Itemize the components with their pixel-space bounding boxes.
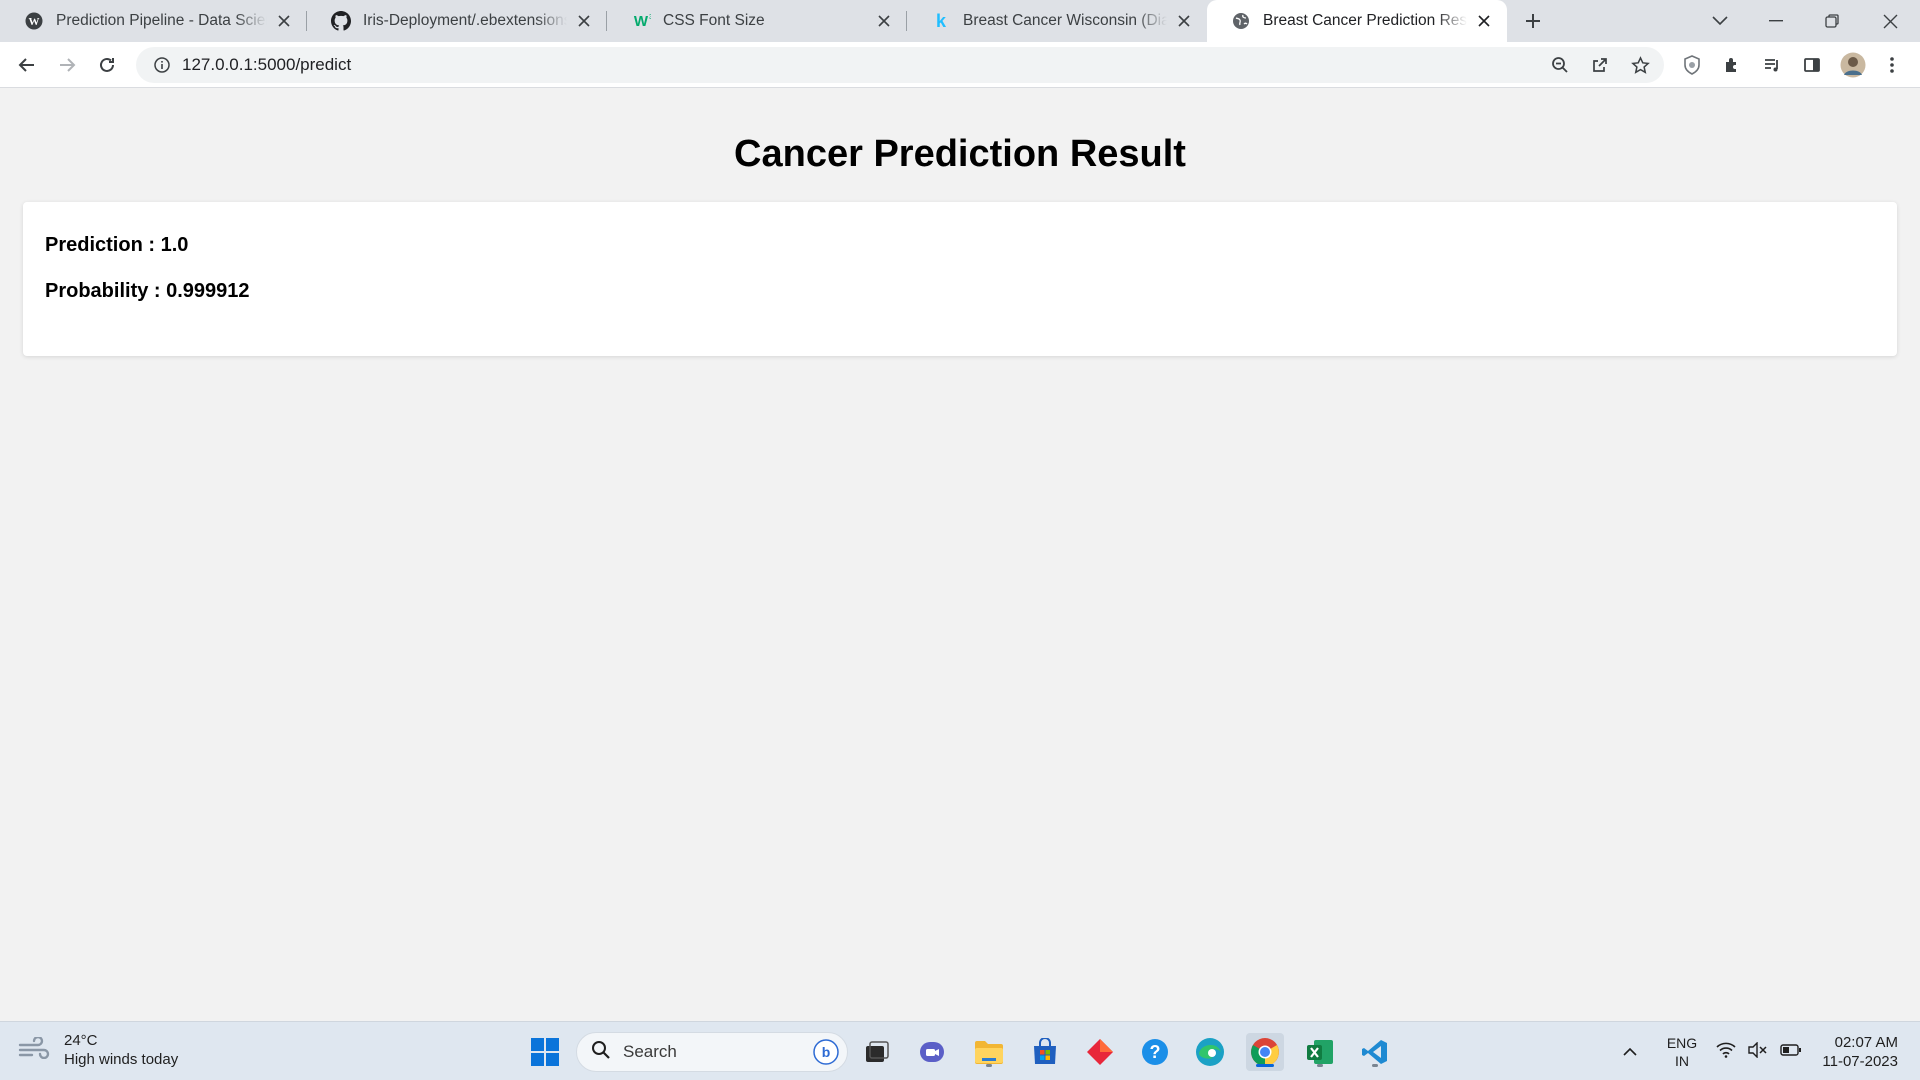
- omnibox-actions: [1544, 49, 1656, 81]
- profile-avatar[interactable]: [1837, 49, 1869, 81]
- bookmark-star-icon[interactable]: [1624, 49, 1656, 81]
- svg-text:W: W: [634, 13, 649, 30]
- start-button[interactable]: [526, 1033, 564, 1071]
- zoom-icon[interactable]: [1544, 49, 1576, 81]
- tab-title: Breast Cancer Prediction Result: [1263, 12, 1467, 29]
- github-icon: [331, 11, 351, 31]
- search-placeholder: Search: [623, 1042, 677, 1061]
- w3schools-icon: W3: [631, 11, 651, 31]
- kaggle-icon: k: [931, 11, 951, 31]
- address-bar[interactable]: 127.0.0.1:5000/predict: [136, 47, 1664, 83]
- wifi-icon: [1716, 1042, 1736, 1061]
- file-explorer-icon[interactable]: [970, 1033, 1008, 1071]
- restore-button[interactable]: [1804, 0, 1860, 42]
- language-indicator[interactable]: ENG IN: [1665, 1022, 1699, 1080]
- side-panel-icon[interactable]: [1796, 49, 1828, 81]
- shield-extension-icon[interactable]: [1676, 49, 1708, 81]
- system-status-area[interactable]: [1716, 1022, 1802, 1080]
- microsoft-store-icon[interactable]: [1026, 1033, 1064, 1071]
- clock[interactable]: 02:07 AM 11-07-2023: [1810, 1022, 1898, 1080]
- reload-button[interactable]: [91, 49, 123, 81]
- excel-icon[interactable]: [1301, 1033, 1339, 1071]
- tab-title: Prediction Pipeline - Data Science: [56, 12, 267, 29]
- minimize-button[interactable]: [1748, 0, 1804, 42]
- svg-text:b: b: [822, 1044, 831, 1060]
- site-info-icon[interactable]: [144, 57, 180, 73]
- running-indicator: [986, 1064, 992, 1067]
- tab-iris-deployment[interactable]: Iris-Deployment/.ebextensions/python: [307, 0, 607, 42]
- browser-tabstrip: W Prediction Pipeline - Data Science Iri…: [0, 0, 1920, 42]
- close-tab-icon[interactable]: [275, 12, 293, 30]
- svg-text:3: 3: [649, 14, 651, 21]
- back-button[interactable]: [11, 49, 43, 81]
- weather-desc: High winds today: [64, 1051, 179, 1068]
- share-icon[interactable]: [1584, 49, 1616, 81]
- weather-text: 24°C High winds today: [64, 1031, 178, 1069]
- browser-toolbar: 127.0.0.1:5000/predict: [0, 42, 1920, 88]
- region-code: IN: [1675, 1052, 1689, 1069]
- battery-icon: [1780, 1043, 1802, 1060]
- svg-text:k: k: [936, 11, 947, 31]
- tab-search-button[interactable]: [1692, 0, 1748, 42]
- windows-taskbar: 24°C High winds today Search b ? ENG IN …: [0, 1021, 1920, 1080]
- result-card: Prediction : 1.0 Probability : 0.999912: [23, 202, 1897, 356]
- chrome-menu-icon[interactable]: [1876, 49, 1908, 81]
- close-window-button[interactable]: [1862, 0, 1918, 42]
- clock-time: 02:07 AM: [1834, 1033, 1898, 1051]
- language-code: ENG: [1666, 1034, 1698, 1051]
- windy-weather-icon: [18, 1035, 50, 1064]
- clock-date: 11-07-2023: [1822, 1052, 1898, 1070]
- get-help-icon[interactable]: ?: [1136, 1033, 1174, 1071]
- svg-text:W: W: [29, 16, 40, 28]
- vscode-icon[interactable]: [1356, 1033, 1394, 1071]
- prediction-text: Prediction : 1.0: [45, 234, 189, 256]
- running-indicator: [1372, 1064, 1378, 1067]
- close-tab-icon[interactable]: [875, 12, 893, 30]
- tab-title: CSS Font Size: [663, 12, 765, 29]
- tab-title: Iris-Deployment/.ebextensions/python: [363, 12, 567, 29]
- teams-chat-icon[interactable]: [913, 1033, 951, 1071]
- edge-browser-icon[interactable]: [1191, 1033, 1229, 1071]
- tab-prediction-pipeline[interactable]: W Prediction Pipeline - Data Science: [0, 0, 307, 42]
- muted-speaker-icon: [1748, 1041, 1768, 1061]
- tab-breast-cancer-wisconsin[interactable]: k Breast Cancer Wisconsin (Diagnostic): [907, 0, 1207, 42]
- running-indicator: [1317, 1064, 1323, 1067]
- red-diamond-app-icon[interactable]: [1081, 1033, 1119, 1071]
- taskbar-search[interactable]: Search b: [576, 1032, 848, 1072]
- show-hidden-icons[interactable]: [1622, 1022, 1638, 1080]
- active-app-indicator: [1256, 1064, 1274, 1067]
- probability-text: Probability : 0.999912: [45, 280, 250, 302]
- page-viewport: Cancer Prediction Result Prediction : 1.…: [0, 89, 1920, 1021]
- tab-title: Breast Cancer Wisconsin (Diagnostic): [963, 12, 1167, 29]
- url-text[interactable]: 127.0.0.1:5000/predict: [182, 55, 351, 75]
- weather-widget[interactable]: 24°C High winds today: [18, 1031, 178, 1069]
- chrome-browser-icon[interactable]: [1246, 1033, 1284, 1071]
- tab-css-font-size[interactable]: W3 CSS Font Size: [607, 0, 907, 42]
- new-tab-button[interactable]: [1518, 6, 1548, 36]
- tab-prediction-result[interactable]: Breast Cancer Prediction Result: [1207, 0, 1507, 42]
- close-tab-icon[interactable]: [1175, 12, 1193, 30]
- weather-temp: 24°C: [64, 1032, 98, 1049]
- forward-button[interactable]: [51, 49, 83, 81]
- close-tab-icon[interactable]: [575, 12, 593, 30]
- extensions-puzzle-icon[interactable]: [1716, 49, 1748, 81]
- media-controls-icon[interactable]: [1756, 49, 1788, 81]
- page-title: Cancer Prediction Result: [734, 133, 1186, 175]
- wordpress-icon: W: [24, 11, 44, 31]
- close-tab-icon[interactable]: [1475, 12, 1493, 30]
- task-view-icon[interactable]: [858, 1033, 896, 1071]
- search-icon: [591, 1040, 611, 1065]
- globe-icon: [1231, 11, 1251, 31]
- bing-icon[interactable]: b: [813, 1039, 839, 1070]
- svg-text:?: ?: [1150, 1042, 1161, 1062]
